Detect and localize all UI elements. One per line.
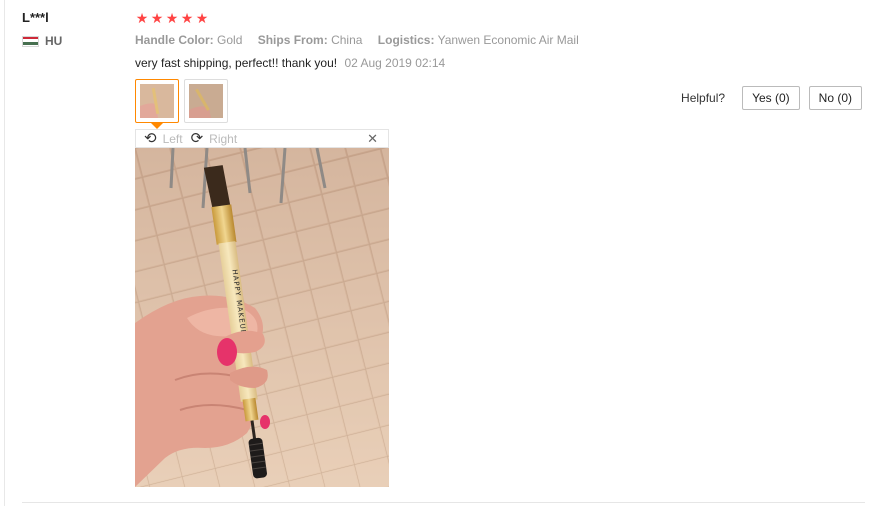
star-rating: ★ ★ ★ ★ ★ xyxy=(135,11,209,25)
star-icon: ★ xyxy=(195,10,209,26)
reviewer-name: L***l xyxy=(22,10,49,25)
review-body: very fast shipping, perfect!! thank you!… xyxy=(135,56,445,70)
country-code: HU xyxy=(45,34,63,48)
review-text: very fast shipping, perfect!! thank you! xyxy=(135,56,338,70)
reviewer-country: HU xyxy=(22,34,62,48)
review-divider xyxy=(22,502,865,503)
order-properties: Handle Color: Gold Ships From: China Log… xyxy=(135,33,591,47)
property-handle-color: Handle Color: Gold xyxy=(135,33,243,47)
rotate-left-button[interactable]: ⟲ Left xyxy=(144,131,183,146)
review-photo: HAPPY MAKEUP xyxy=(135,148,389,487)
rotate-left-icon: ⟲ xyxy=(144,130,157,147)
viewer-toolbar: ⟲ Left ⟳ Right ✕ xyxy=(135,129,389,148)
property-ships-from: Ships From: China xyxy=(257,33,363,47)
review-thumbnail-1[interactable] xyxy=(135,79,179,129)
helpful-label: Helpful? xyxy=(681,91,726,105)
star-icon: ★ xyxy=(165,10,179,26)
property-logistics: Logistics: Yanwen Economic Air Mail xyxy=(377,33,579,47)
rotate-right-button[interactable]: ⟳ Right xyxy=(191,131,238,146)
thumbnail-image xyxy=(189,84,223,118)
rotate-right-label: Right xyxy=(209,131,238,146)
close-icon[interactable]: ✕ xyxy=(367,131,378,147)
hungary-flag-icon xyxy=(22,35,39,47)
star-icon: ★ xyxy=(150,10,164,26)
review-thumbnails xyxy=(135,79,228,129)
star-icon: ★ xyxy=(180,10,194,26)
rotate-left-label: Left xyxy=(162,131,183,146)
helpful-yes-button[interactable]: Yes (0) xyxy=(742,86,800,110)
star-icon: ★ xyxy=(135,10,149,26)
helpful-section: Helpful? Yes (0) No (0) xyxy=(681,86,862,110)
helpful-no-button[interactable]: No (0) xyxy=(808,86,862,110)
image-viewer: ⟲ Left ⟳ Right ✕ HAPPY MAKEUP xyxy=(135,129,389,487)
rotate-right-icon: ⟳ xyxy=(190,130,204,147)
review-date: 02 Aug 2019 02:14 xyxy=(344,56,446,70)
thumbnail-image xyxy=(140,84,174,118)
left-border xyxy=(4,0,5,506)
review-thumbnail-2[interactable] xyxy=(184,79,228,123)
